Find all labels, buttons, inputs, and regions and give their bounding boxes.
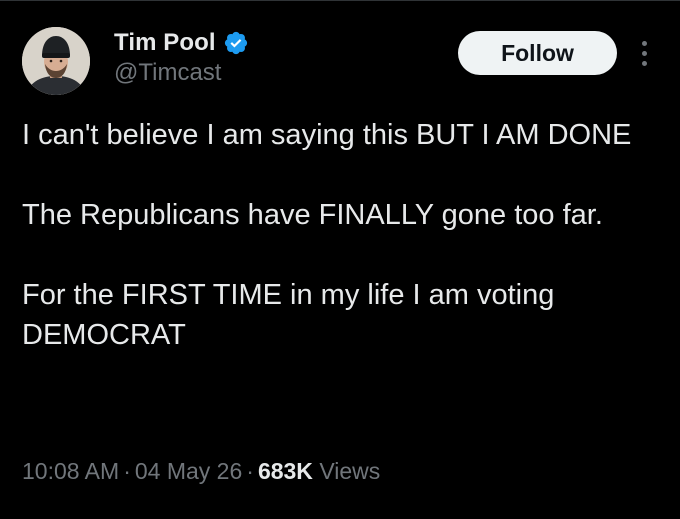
top-divider — [0, 0, 680, 1]
avatar-image — [22, 27, 90, 95]
tweet-paragraph: I can't believe I am saying this BUT I A… — [22, 119, 632, 151]
tweet-time[interactable]: 10:08 AM — [22, 458, 119, 484]
verified-badge-icon — [223, 30, 249, 56]
tweet-paragraph: For the FIRST TIME in my life I am votin… — [22, 279, 555, 351]
avatar[interactable] — [22, 27, 90, 95]
author-handle[interactable]: @Timcast — [114, 59, 221, 87]
meta-separator: · — [123, 458, 131, 484]
views-label: Views — [319, 458, 381, 484]
tweet-meta: 10:08 AM · 04 May 26 · 683K Views — [22, 458, 380, 485]
views-count[interactable]: 683K — [258, 458, 313, 484]
tweet-text: I can't believe I am saying this BUT I A… — [22, 115, 662, 355]
meta-separator: · — [246, 458, 254, 484]
more-vertical-icon[interactable] — [634, 36, 654, 70]
more-dot — [641, 50, 647, 56]
tweet-date[interactable]: 04 May 26 — [135, 458, 242, 484]
tweet-paragraph: The Republicans have FINALLY gone too fa… — [22, 199, 603, 231]
more-dot — [641, 60, 647, 66]
tweet-screenshot: { "author": { "display_name": "Tim Pool"… — [0, 0, 680, 519]
follow-button[interactable]: Follow — [458, 31, 617, 75]
author-name-row: Tim Pool — [114, 27, 249, 59]
author-display-name[interactable]: Tim Pool — [114, 29, 216, 57]
more-dot — [641, 40, 647, 46]
